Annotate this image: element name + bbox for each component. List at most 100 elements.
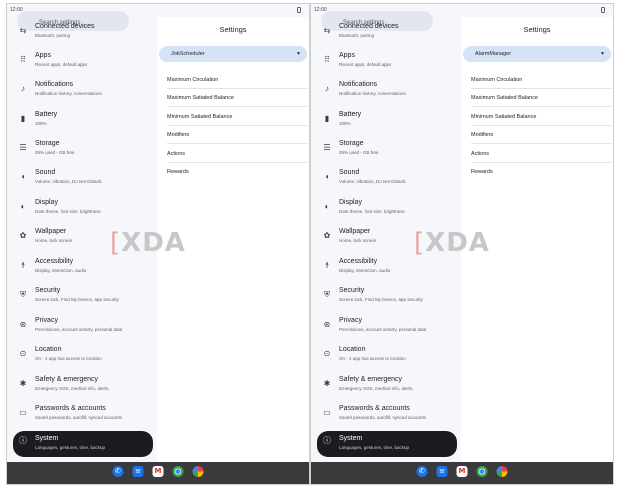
privacy-icon: ⊛ [323,320,331,329]
item-subtitle: Saved passwords, autofill, synced accoun… [339,415,427,420]
item-subtitle: Permissions, account activity, personal … [339,327,427,332]
location-icon: ⊙ [19,349,27,358]
item-title: Location [339,346,366,353]
page-title: Settings [219,25,247,34]
settings-item-apps[interactable]: ⠿ Apps Recent apps, default apps [311,50,461,77]
option-item[interactable]: Actions [471,145,611,163]
item-title: Notifications [339,81,378,88]
settings-item-battery[interactable]: ▮ Battery 100% [7,109,157,136]
option-item[interactable]: Modifiers [167,126,307,144]
item-title: Safety & emergency [339,376,403,383]
settings-item-privacy[interactable]: ⊛ Privacy Permissions, account activity,… [311,315,461,342]
shield-icon: ⛨ [324,290,330,299]
item-title: Display [339,199,362,206]
settings-item-accessibility[interactable]: ☨ Accessibility Display, interaction, au… [7,256,157,283]
settings-item-battery[interactable]: ▮ Battery 100% [311,109,461,136]
accessibility-icon: ☨ [324,261,330,270]
settings-item-accessibility[interactable]: ☨ Accessibility Display, interaction, au… [311,256,461,283]
phone-icon[interactable]: ✆ [112,466,124,477]
policy-dropdown[interactable]: JobScheduler ▼ [159,46,307,62]
chevron-down-icon: ▼ [600,51,605,57]
chrome-icon[interactable] [476,466,488,477]
watermark-text: XDA [121,228,186,258]
option-item[interactable]: Maximum Satiated Balance [471,89,611,107]
item-subtitle: Display, interaction, audio [35,268,87,273]
settings-item-safety[interactable]: ✱ Safety & emergency Emergency SOS, medi… [7,374,157,401]
gmail-icon[interactable]: M [456,466,468,477]
dropdown-value: JobScheduler [171,51,205,57]
dropdown-value: AlarmManager [475,51,512,57]
connected-devices-icon: ⇆ [19,26,27,35]
settings-item-security[interactable]: ⛨ Security Screen lock, Find My Device, … [7,285,157,312]
photos-icon[interactable] [496,466,508,477]
item-subtitle: Volume, vibration, Do Not Disturb [35,179,102,184]
messages-icon[interactable]: ≡ [436,466,448,477]
policy-dropdown[interactable]: AlarmManager ▼ [463,46,611,62]
option-item[interactable]: Modifiers [471,126,611,144]
settings-item-sound[interactable]: ◖ Sound Volume, vibration, Do Not Distur… [7,167,157,194]
settings-item-passwords[interactable]: ▭ Passwords & accounts Saved passwords, … [7,403,157,430]
option-item[interactable]: Maximum Circulation [167,71,307,89]
settings-item-location[interactable]: ⊙ Location On - 1 app has access to loca… [7,344,157,371]
settings-item-notifications[interactable]: ♪ Notifications Notification history, co… [7,79,157,106]
dock: ✆ ≡ M [112,466,204,477]
settings-item-connected-devices[interactable]: ⇆ Connected devices Bluetooth, pairing [311,21,461,48]
option-item[interactable]: Rewards [471,163,611,181]
settings-item-privacy[interactable]: ⊛ Privacy Permissions, account activity,… [7,315,157,342]
option-item[interactable]: Minimum Satiated Balance [471,108,611,126]
settings-item-safety[interactable]: ✱ Safety & emergency Emergency SOS, medi… [311,374,461,401]
settings-item-apps[interactable]: ⠿ Apps Recent apps, default apps [7,50,157,77]
battery-icon: ▮ [324,114,330,123]
option-item[interactable]: Maximum Satiated Balance [167,89,307,107]
privacy-icon: ⊛ [19,320,27,329]
settings-item-system[interactable]: ⓘ System Languages, gestures, time, back… [13,431,153,457]
option-item[interactable]: Actions [167,145,307,163]
item-title: Battery [339,111,362,118]
settings-item-display[interactable]: ◐ Display Dark theme, font size, brightn… [7,197,157,224]
item-subtitle: On - 1 app has access to location [339,356,406,361]
phone-icon[interactable]: ✆ [416,466,428,477]
item-title: Passwords & accounts [35,405,106,412]
passwords-icon: ▭ [19,408,27,417]
item-subtitle: Recent apps, default apps [35,62,88,67]
photos-icon[interactable] [192,466,204,477]
settings-item-notifications[interactable]: ♪ Notifications Notification history, co… [311,79,461,106]
item-title: System [35,435,59,442]
settings-item-storage[interactable]: ☰ Storage 29% used - GB free [311,138,461,165]
settings-item-system[interactable]: ⓘ System Languages, gestures, time, back… [317,431,457,457]
battery-icon: ▮ [20,114,26,123]
gmail-icon[interactable]: M [152,466,164,477]
xda-watermark: [XDA [414,228,490,258]
item-title: Apps [339,52,355,59]
chrome-icon[interactable] [172,466,184,477]
sound-icon: ◖ [324,172,330,181]
settings-item-security[interactable]: ⛨ Security Screen lock, Find My Device, … [311,285,461,312]
emergency-icon: ✱ [19,379,27,388]
settings-item-storage[interactable]: ☰ Storage 29% used - GB free [7,138,157,165]
messages-icon[interactable]: ≡ [132,466,144,477]
item-subtitle: 100% [35,121,47,126]
item-subtitle: Home, lock screen [339,238,377,243]
settings-item-sound[interactable]: ◖ Sound Volume, vibration, Do Not Distur… [311,167,461,194]
option-item[interactable]: Minimum Satiated Balance [167,108,307,126]
settings-item-connected-devices[interactable]: ⇆ Connected devices Bluetooth, pairing [7,21,157,48]
info-icon: ⓘ [323,436,331,445]
option-item[interactable]: Rewards [167,163,307,181]
item-subtitle: Screen lock, Find My Device, app securit… [339,297,423,302]
option-item[interactable]: Maximum Circulation [471,71,611,89]
item-subtitle: Languages, gestures, time, backup [339,445,410,450]
item-subtitle: Saved passwords, autofill, synced accoun… [35,415,123,420]
battery-status-icon [297,7,301,13]
display-icon: ◐ [324,202,330,211]
settings-item-location[interactable]: ⊙ Location On - 1 app has access to loca… [311,344,461,371]
item-subtitle: Volume, vibration, Do Not Disturb [339,179,406,184]
bell-icon: ♪ [21,84,25,93]
chevron-down-icon: ▼ [296,51,301,57]
settings-item-display[interactable]: ◐ Display Dark theme, font size, brightn… [311,197,461,224]
item-title: Connected devices [339,23,399,30]
item-title: Sound [339,169,360,176]
settings-item-passwords[interactable]: ▭ Passwords & accounts Saved passwords, … [311,403,461,430]
info-icon: ⓘ [19,436,27,445]
taskbar: ✆ ≡ M [7,462,309,484]
bell-icon: ♪ [325,84,329,93]
